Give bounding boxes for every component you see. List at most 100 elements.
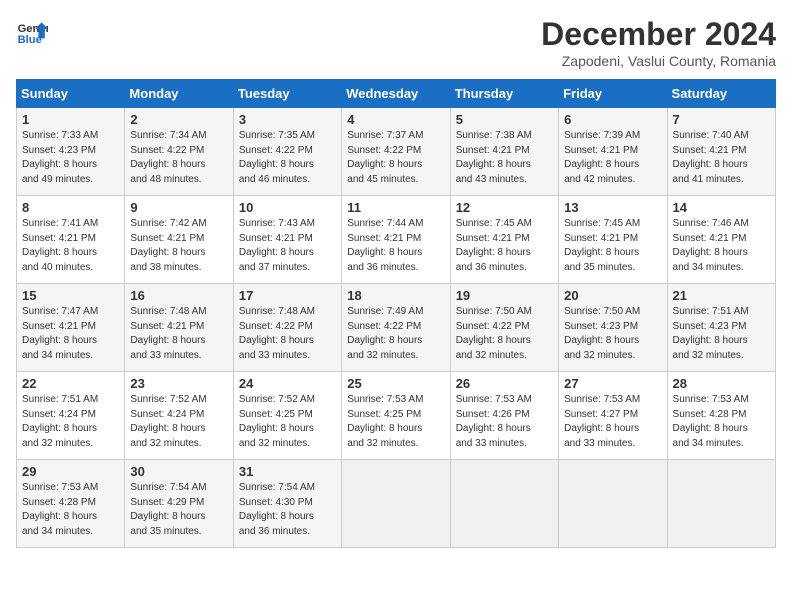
- day-number: 9: [130, 200, 227, 215]
- calendar-cell: 4Sunrise: 7:37 AM Sunset: 4:22 PM Daylig…: [342, 108, 450, 196]
- calendar-table: SundayMondayTuesdayWednesdayThursdayFrid…: [16, 79, 776, 548]
- day-number: 4: [347, 112, 444, 127]
- calendar-cell: 18 Sunrise: 7:49 AM Sunset: 4:22 PM Dayli…: [342, 284, 450, 372]
- day-number: 6: [564, 112, 661, 127]
- column-header-monday: Monday: [125, 80, 233, 108]
- day-number: 7: [673, 112, 770, 127]
- day-number: 17: [239, 288, 336, 303]
- column-header-sunday: Sunday: [17, 80, 125, 108]
- calendar-cell: 8 Sunrise: 7:41 AM Sunset: 4:21 PM Daylig…: [17, 196, 125, 284]
- day-number: 10: [239, 200, 336, 215]
- day-info: Sunrise: 7:51 AM Sunset: 4:23 PM Dayligh…: [673, 305, 770, 363]
- calendar-cell: 10Sunrise: 7:43 AM Sunset: 4:21 PM Dayli…: [233, 196, 341, 284]
- day-number: 2: [130, 112, 227, 127]
- calendar-cell: 11 Sunrise: 7:44 AM Sunset: 4:21 PM Dayli…: [342, 196, 450, 284]
- calendar-cell: 3 Sunrise: 7:35 AM Sunset: 4:22 PM Daylig…: [233, 108, 341, 196]
- week-row-4: 22 Sunrise: 7:51 AM Sunset: 4:24 PM Dayli…: [17, 372, 776, 460]
- week-row-2: 8 Sunrise: 7:41 AM Sunset: 4:21 PM Daylig…: [17, 196, 776, 284]
- day-number: 13: [564, 200, 661, 215]
- day-number: 16: [130, 288, 227, 303]
- day-number: 23: [130, 376, 227, 391]
- day-info: Sunrise: 7:49 AM Sunset: 4:22 PM Dayligh…: [347, 305, 444, 363]
- day-info: Sunrise: 7:53 AM Sunset: 4:28 PM Dayligh…: [22, 481, 119, 539]
- day-info: Sunrise: 7:38 AM Sunset: 4:21 PM Dayligh…: [456, 129, 553, 187]
- day-number: 12: [456, 200, 553, 215]
- day-info: Sunrise: 7:48 AM Sunset: 4:22 PM Dayligh…: [239, 305, 336, 363]
- calendar-cell: 16Sunrise: 7:48 AM Sunset: 4:21 PM Dayli…: [125, 284, 233, 372]
- day-info: Sunrise: 7:45 AM Sunset: 4:21 PM Dayligh…: [456, 217, 553, 275]
- calendar-cell: 30Sunrise: 7:54 AM Sunset: 4:29 PM Dayli…: [125, 460, 233, 548]
- day-info: Sunrise: 7:35 AM Sunset: 4:22 PM Dayligh…: [239, 129, 336, 187]
- calendar-cell: [342, 460, 450, 548]
- column-header-tuesday: Tuesday: [233, 80, 341, 108]
- day-number: 20: [564, 288, 661, 303]
- title-block: December 2024 Zapodeni, Vaslui County, R…: [541, 16, 776, 69]
- calendar-cell: 27 Sunrise: 7:53 AM Sunset: 4:27 PM Dayli…: [559, 372, 667, 460]
- calendar-cell: 23 Sunrise: 7:52 AM Sunset: 4:24 PM Dayli…: [125, 372, 233, 460]
- calendar-cell: 24 Sunrise: 7:52 AM Sunset: 4:25 PM Dayli…: [233, 372, 341, 460]
- day-info: Sunrise: 7:50 AM Sunset: 4:22 PM Dayligh…: [456, 305, 553, 363]
- day-info: Sunrise: 7:42 AM Sunset: 4:21 PM Dayligh…: [130, 217, 227, 275]
- day-number: 15: [22, 288, 119, 303]
- day-info: Sunrise: 7:50 AM Sunset: 4:23 PM Dayligh…: [564, 305, 661, 363]
- calendar-cell: 12 Sunrise: 7:45 AM Sunset: 4:21 PM Dayli…: [450, 196, 558, 284]
- calendar-cell: 17 Sunrise: 7:48 AM Sunset: 4:22 PM Dayli…: [233, 284, 341, 372]
- day-number: 5: [456, 112, 553, 127]
- page-header: General Blue December 2024 Zapodeni, Vas…: [16, 16, 776, 69]
- day-info: Sunrise: 7:53 AM Sunset: 4:27 PM Dayligh…: [564, 393, 661, 451]
- column-header-wednesday: Wednesday: [342, 80, 450, 108]
- calendar-cell: 21 Sunrise: 7:51 AM Sunset: 4:23 PM Dayli…: [667, 284, 775, 372]
- month-title: December 2024: [541, 16, 776, 53]
- day-info: Sunrise: 7:33 AM Sunset: 4:23 PM Dayligh…: [22, 129, 119, 187]
- day-info: Sunrise: 7:52 AM Sunset: 4:24 PM Dayligh…: [130, 393, 227, 451]
- day-number: 27: [564, 376, 661, 391]
- week-row-5: 29 Sunrise: 7:53 AM Sunset: 4:28 PM Dayli…: [17, 460, 776, 548]
- location-subtitle: Zapodeni, Vaslui County, Romania: [541, 53, 776, 69]
- day-info: Sunrise: 7:53 AM Sunset: 4:28 PM Dayligh…: [673, 393, 770, 451]
- calendar-cell: 1 Sunrise: 7:33 AM Sunset: 4:23 PM Daylig…: [17, 108, 125, 196]
- day-info: Sunrise: 7:45 AM Sunset: 4:21 PM Dayligh…: [564, 217, 661, 275]
- day-info: Sunrise: 7:39 AM Sunset: 4:21 PM Dayligh…: [564, 129, 661, 187]
- svg-text:Blue: Blue: [18, 34, 42, 46]
- day-info: Sunrise: 7:46 AM Sunset: 4:21 PM Dayligh…: [673, 217, 770, 275]
- day-number: 25: [347, 376, 444, 391]
- day-info: Sunrise: 7:51 AM Sunset: 4:24 PM Dayligh…: [22, 393, 119, 451]
- calendar-cell: 6 Sunrise: 7:39 AM Sunset: 4:21 PM Daylig…: [559, 108, 667, 196]
- logo: General Blue: [16, 16, 48, 48]
- day-number: 8: [22, 200, 119, 215]
- day-number: 29: [22, 464, 119, 479]
- calendar-cell: 13 Sunrise: 7:45 AM Sunset: 4:21 PM Dayli…: [559, 196, 667, 284]
- day-number: 31: [239, 464, 336, 479]
- day-number: 26: [456, 376, 553, 391]
- day-info: Sunrise: 7:52 AM Sunset: 4:25 PM Dayligh…: [239, 393, 336, 451]
- day-number: 18: [347, 288, 444, 303]
- day-number: 22: [22, 376, 119, 391]
- day-number: 28: [673, 376, 770, 391]
- week-row-1: 1 Sunrise: 7:33 AM Sunset: 4:23 PM Daylig…: [17, 108, 776, 196]
- calendar-cell: [450, 460, 558, 548]
- column-header-thursday: Thursday: [450, 80, 558, 108]
- calendar-cell: 15 Sunrise: 7:47 AM Sunset: 4:21 PM Dayli…: [17, 284, 125, 372]
- logo-icon: General Blue: [16, 16, 48, 48]
- day-number: 21: [673, 288, 770, 303]
- calendar-cell: 7 Sunrise: 7:40 AM Sunset: 4:21 PM Daylig…: [667, 108, 775, 196]
- day-info: Sunrise: 7:44 AM Sunset: 4:21 PM Dayligh…: [347, 217, 444, 275]
- calendar-cell: 9 Sunrise: 7:42 AM Sunset: 4:21 PM Daylig…: [125, 196, 233, 284]
- calendar-cell: 5 Sunrise: 7:38 AM Sunset: 4:21 PM Daylig…: [450, 108, 558, 196]
- day-number: 1: [22, 112, 119, 127]
- day-info: Sunrise: 7:54 AM Sunset: 4:29 PM Dayligh…: [130, 481, 227, 539]
- column-header-friday: Friday: [559, 80, 667, 108]
- day-info: Sunrise: 7:47 AM Sunset: 4:21 PM Dayligh…: [22, 305, 119, 363]
- calendar-cell: 14Sunrise: 7:46 AM Sunset: 4:21 PM Dayli…: [667, 196, 775, 284]
- day-number: 3: [239, 112, 336, 127]
- calendar-cell: 22 Sunrise: 7:51 AM Sunset: 4:24 PM Dayli…: [17, 372, 125, 460]
- calendar-header-row: SundayMondayTuesdayWednesdayThursdayFrid…: [17, 80, 776, 108]
- day-number: 11: [347, 200, 444, 215]
- day-info: Sunrise: 7:41 AM Sunset: 4:21 PM Dayligh…: [22, 217, 119, 275]
- calendar-cell: 26Sunrise: 7:53 AM Sunset: 4:26 PM Dayli…: [450, 372, 558, 460]
- calendar-cell: [559, 460, 667, 548]
- calendar-cell: 28 Sunrise: 7:53 AM Sunset: 4:28 PM Dayli…: [667, 372, 775, 460]
- day-number: 24: [239, 376, 336, 391]
- week-row-3: 15 Sunrise: 7:47 AM Sunset: 4:21 PM Dayli…: [17, 284, 776, 372]
- day-info: Sunrise: 7:40 AM Sunset: 4:21 PM Dayligh…: [673, 129, 770, 187]
